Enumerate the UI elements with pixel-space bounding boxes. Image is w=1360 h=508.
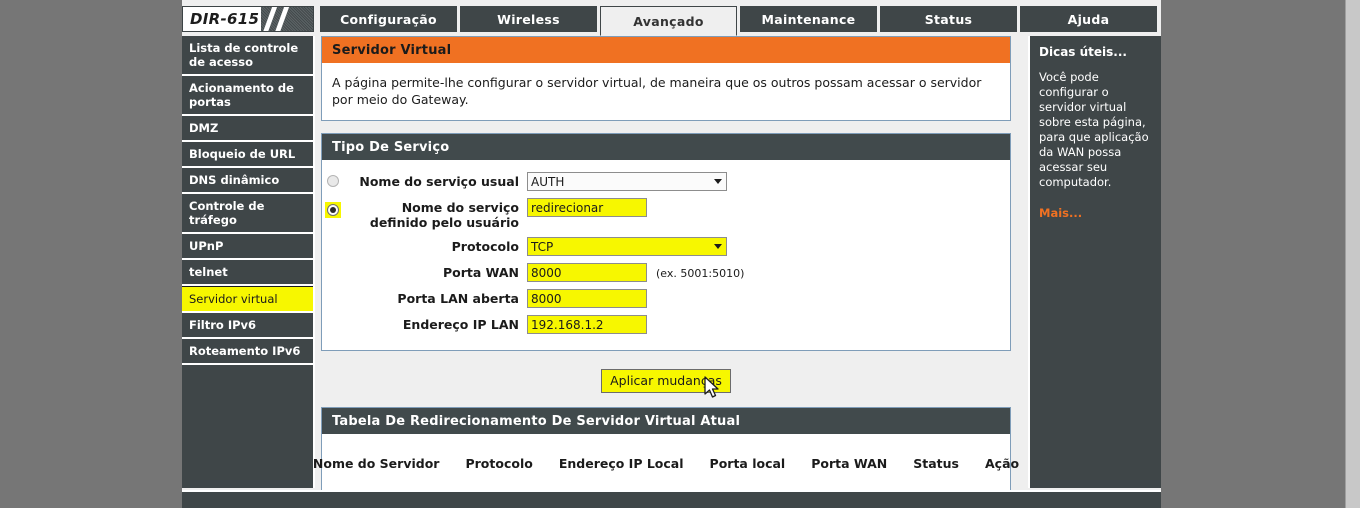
page-footer bbox=[182, 490, 1161, 508]
custom-service-radio[interactable] bbox=[327, 204, 339, 216]
apply-changes-button[interactable]: Aplicar mudanças bbox=[601, 369, 731, 393]
table-column-header: Ação bbox=[985, 456, 1020, 471]
sidebar-item-servidor-virtual[interactable]: Servidor virtual bbox=[182, 286, 313, 313]
custom-service-input[interactable] bbox=[527, 198, 647, 217]
protocol-spacer bbox=[322, 237, 344, 240]
helpful-hints-title: Dicas úteis... bbox=[1039, 45, 1127, 59]
tab-wireless[interactable]: Wireless bbox=[460, 6, 597, 32]
sidebar-item-dns-din-mico[interactable]: DNS dinâmico bbox=[182, 168, 313, 194]
table-column-header: Nome do Servidor bbox=[312, 456, 440, 471]
wan-port-spacer bbox=[322, 263, 344, 266]
protocol-select-value: TCP bbox=[531, 240, 554, 254]
wan-port-control: (ex. 5001:5010) bbox=[519, 263, 744, 282]
sidebar-nav: Lista de controle de acesso Acionamento d… bbox=[182, 36, 315, 488]
custom-service-control bbox=[519, 198, 647, 217]
apply-button-row: Aplicar mudanças bbox=[321, 363, 1011, 407]
sidebar-item-telnet[interactable]: telnet bbox=[182, 260, 313, 286]
table-column-header: Porta WAN bbox=[811, 456, 888, 471]
lan-ip-label: Endereço IP LAN bbox=[402, 317, 519, 332]
wan-port-input[interactable] bbox=[527, 263, 647, 282]
sidebar-item-lista-de-controle-de-acesso[interactable]: Lista de controle de acesso bbox=[182, 36, 313, 76]
lan-port-row: Porta LAN aberta bbox=[322, 289, 1010, 308]
usual-service-radio-cell bbox=[322, 172, 344, 187]
wan-port-hint: (ex. 5001:5010) bbox=[656, 267, 745, 280]
lan-ip-input[interactable] bbox=[527, 315, 647, 334]
lan-ip-spacer bbox=[322, 315, 344, 318]
usual-service-row: Nome do serviço usual AUTH bbox=[322, 172, 1010, 191]
table-column-header: Endereço IP Local bbox=[558, 456, 684, 471]
chevron-down-icon bbox=[714, 244, 722, 249]
helpful-hints-text: Você pode configurar o servidor virtual … bbox=[1039, 70, 1149, 189]
tab-configura-o[interactable]: Configuração bbox=[320, 6, 457, 32]
wan-port-label: Porta WAN bbox=[442, 265, 519, 280]
custom-service-row: Nome do serviço definido pelo usuário bbox=[322, 198, 1010, 230]
product-logo: DIR-615 bbox=[182, 6, 314, 32]
page-title: Servidor Virtual bbox=[322, 37, 1010, 63]
sidebar-item-dmz[interactable]: DMZ bbox=[182, 116, 313, 142]
tab-status[interactable]: Status bbox=[880, 6, 1017, 32]
tab-ajuda[interactable]: Ajuda bbox=[1020, 6, 1157, 32]
virtual-server-table-panel: Tabela De Redirecionamento De Servidor V… bbox=[313, 407, 1019, 492]
service-type-panel: Tipo De Serviço Nome do serviço usual AU… bbox=[321, 133, 1011, 351]
page-description: A página permite-lhe configurar o servid… bbox=[332, 75, 982, 107]
lan-port-spacer bbox=[322, 289, 344, 292]
service-type-title: Tipo De Serviço bbox=[322, 134, 1010, 160]
virtual-server-table-title: Tabela De Redirecionamento De Servidor V… bbox=[322, 408, 1010, 434]
custom-service-label: Nome do serviço definido pelo usuário bbox=[369, 200, 519, 230]
sidebar-item-list: Lista de controle de acesso Acionamento d… bbox=[182, 36, 313, 365]
usual-service-select-value: AUTH bbox=[531, 175, 565, 189]
table-column-header: Porta local bbox=[709, 456, 786, 471]
sidebar-item-roteamento-ipv6[interactable]: Roteamento IPv6 bbox=[182, 339, 313, 365]
top-tab-bar: DIR-615 Configuração Wireless Avançado Main… bbox=[182, 0, 1161, 36]
lan-ip-row: Endereço IP LAN bbox=[322, 315, 1010, 334]
usual-service-control: AUTH bbox=[519, 172, 727, 191]
table-column-header: Protocolo bbox=[465, 456, 533, 471]
main-content: Servidor Virtual A página permite-lhe co… bbox=[313, 36, 1019, 492]
usual-service-select[interactable]: AUTH bbox=[527, 172, 727, 191]
sidebar-item-bloqueio-de-url[interactable]: Bloqueio de URL bbox=[182, 142, 313, 168]
table-header-row: Nome do Servidor Protocolo Endereço IP Loc… bbox=[313, 434, 1019, 491]
protocol-row: Protocolo TCP bbox=[322, 237, 1010, 256]
helpful-hints-more-link[interactable]: Mais... bbox=[1039, 206, 1152, 220]
intro-panel: Servidor Virtual A página permite-lhe co… bbox=[321, 36, 1011, 121]
protocol-label: Protocolo bbox=[451, 239, 519, 254]
helpful-hints-panel: Dicas úteis... Você pode configurar o se… bbox=[1028, 36, 1161, 488]
lan-port-label: Porta LAN aberta bbox=[397, 291, 519, 306]
tab-maintenance[interactable]: Maintenance bbox=[740, 6, 877, 32]
sidebar-item-controle-de-tr-fego[interactable]: Controle de tráfego bbox=[182, 194, 313, 234]
wan-port-row: Porta WAN (ex. 5001:5010) bbox=[322, 263, 1010, 282]
service-type-form: Nome do serviço usual AUTH Nome do servi… bbox=[322, 160, 1010, 350]
tab-avan-ado[interactable]: Avançado bbox=[600, 6, 737, 36]
sidebar-item-acionamento-de-portas[interactable]: Acionamento de portas bbox=[182, 76, 313, 116]
usual-service-radio[interactable] bbox=[327, 175, 339, 187]
protocol-select[interactable]: TCP bbox=[527, 237, 727, 256]
chevron-down-icon bbox=[714, 179, 722, 184]
usual-service-label: Nome do serviço usual bbox=[359, 174, 519, 189]
custom-service-radio-cell bbox=[322, 198, 344, 218]
table-column-header: Status bbox=[913, 456, 959, 471]
router-admin-page: DIR-615 Configuração Wireless Avançado Main… bbox=[182, 0, 1161, 508]
screen: DIR-615 Configuração Wireless Avançado Main… bbox=[0, 0, 1360, 508]
product-logo-label: DIR-615 bbox=[190, 10, 260, 28]
protocol-control: TCP bbox=[519, 237, 727, 256]
logo-texture-patch bbox=[259, 7, 313, 31]
lan-port-input[interactable] bbox=[527, 289, 647, 308]
sidebar-item-upnp[interactable]: UPnP bbox=[182, 234, 313, 260]
lan-ip-control bbox=[519, 315, 647, 334]
lan-port-control bbox=[519, 289, 647, 308]
sidebar-item-filtro-ipv6[interactable]: Filtro IPv6 bbox=[182, 313, 313, 339]
custom-service-radio-highlight bbox=[325, 202, 341, 218]
browser-scrollbar[interactable] bbox=[1345, 0, 1360, 508]
